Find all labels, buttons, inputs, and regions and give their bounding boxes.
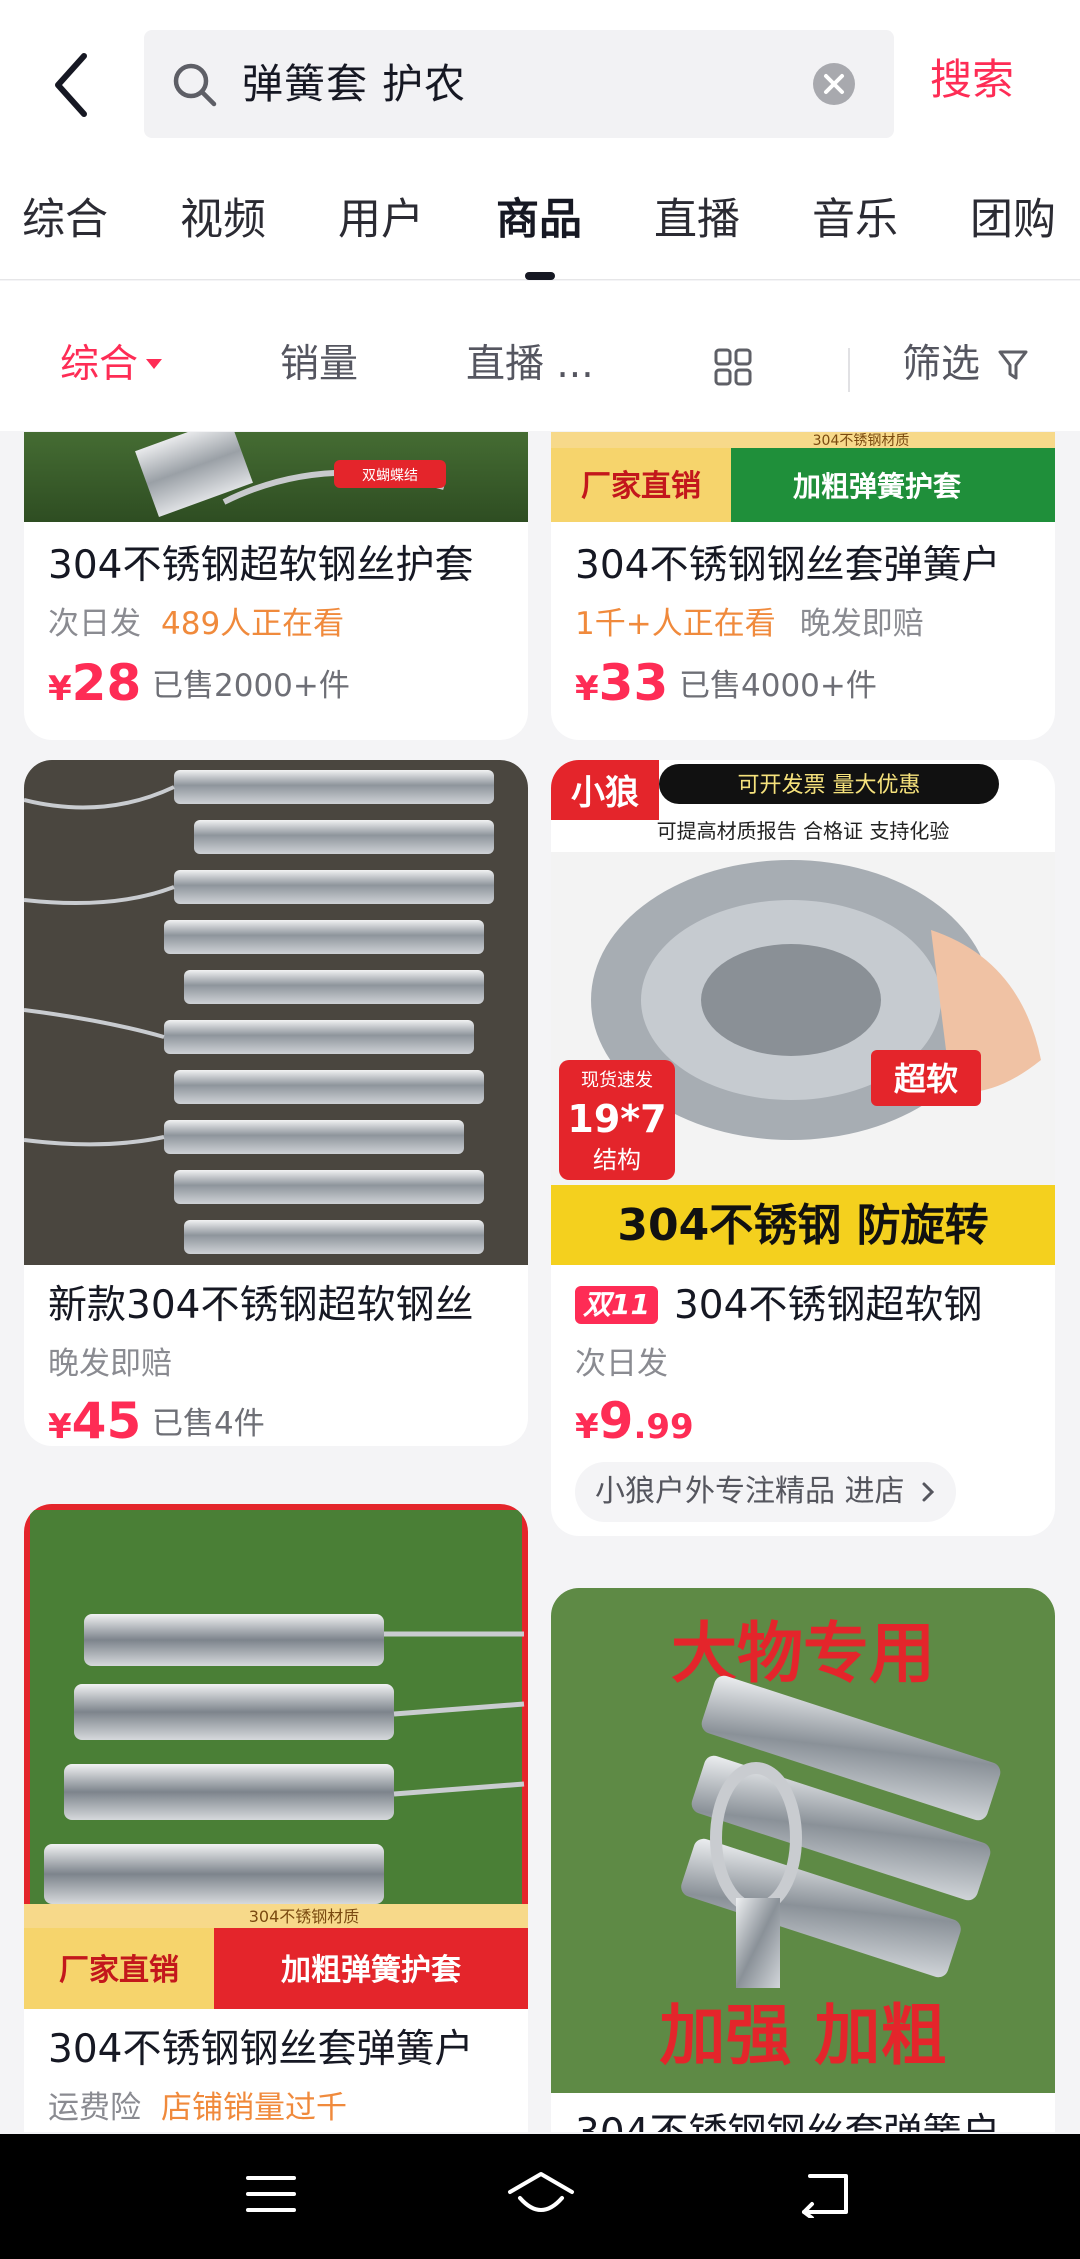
image-label: 厂家直销 [581,469,701,504]
sort-bar: 综合 销量 直播 ... 筛选 [0,281,1080,431]
product-card[interactable]: 304不锈钢材质 厂家直销 加粗弹簧护套 304不锈钢钢丝套弹簧户 运费险 店铺销… [24,1504,528,2132]
product-title: 304不锈钢钢丝套弹簧户 [575,2108,1045,2132]
product-card[interactable]: 新款304不锈钢超软钢丝 晚发即赔 ¥45 已售4件 [24,760,528,1446]
tab-video[interactable]: 视频 [180,190,266,250]
sort-divider [848,348,850,392]
filter-funnel-icon [998,350,1028,380]
image-label: 超软 [894,1060,958,1098]
tab-group-buy[interactable]: 团购 [970,190,1056,250]
chevron-right-icon [922,1482,935,1502]
active-tab-indicator [525,272,555,280]
image-label: 厂家直销 [59,1953,179,1988]
sold-count: 已售4000+件 [679,668,877,704]
product-image: 304不锈钢材质 厂家直销 加粗弹簧护套 [551,432,1055,522]
product-title-text: 304不锈钢超软钢 [673,1283,983,1328]
product-card[interactable]: 双蝴蝶结 304不锈钢超软钢丝护套 次日发 489人正在看 ¥28 已售2000+… [24,432,528,740]
guarantee-tag: 晚发即赔 [799,606,924,642]
product-card[interactable]: 小狼 可开发票 量大优惠 可提高材质报告 合格证 支持化验 现货速发 19*7 … [551,760,1055,1536]
product-title: 新款304不锈钢超软钢丝 [48,1283,474,1328]
image-label: 可开发票 量大优惠 [738,773,921,798]
product-meta: 1千+人正在看 晚发即赔 [575,602,924,646]
image-label: 双蝴蝶结 [362,468,418,484]
chevron-left-icon [55,53,87,117]
product-image: 小狼 可开发票 量大优惠 可提高材质报告 合格证 支持化验 现货速发 19*7 … [551,760,1055,1265]
insurance-tag: 运费险 [48,2090,141,2126]
sort-sales[interactable]: 销量 [280,337,358,393]
product-price: ¥33 [575,654,669,712]
sold-count: 已售4件 [152,1406,265,1442]
product-title: 双11 304不锈钢超软钢 [575,1280,1045,1332]
product-meta: 次日发 [575,1342,668,1386]
image-label: 加粗弹簧护套 [281,1953,461,1988]
search-icon [173,63,217,107]
shipping-tag: 次日发 [48,606,141,642]
back-button[interactable] [50,40,110,130]
sort-comprehensive-label: 综合 [60,342,139,387]
tab-music[interactable]: 音乐 [812,190,898,250]
guarantee-tag: 晚发即赔 [48,1346,172,1382]
watching-count: 1千+人正在看 [575,606,776,642]
product-title: 304不锈钢钢丝套弹簧户 [575,543,1001,588]
product-feed[interactable]: 双蝴蝶结 304不锈钢超软钢丝护套 次日发 489人正在看 ¥28 已售2000+… [0,432,1080,2132]
filter-label: 筛选 [902,342,981,387]
product-image: 304不锈钢材质 厂家直销 加粗弹簧护套 [24,1504,528,2009]
sort-comprehensive[interactable]: 综合 [60,337,163,393]
image-label: 304不锈钢 防旋转 [617,1200,988,1251]
tab-products[interactable]: 商品 [496,190,582,250]
menu-icon[interactable] [244,2170,298,2218]
shipping-tag: 次日发 [575,1346,668,1382]
double-11-badge: 双11 [575,1286,658,1324]
product-meta: 运费险 店铺销量过千 [48,2086,347,2130]
product-meta: 晚发即赔 [48,1342,172,1386]
sort-live[interactable]: 直播 ... [466,337,594,393]
image-label: 结构 [593,1146,641,1174]
category-tabs: 综合 视频 用户 商品 直播 音乐 团购 [0,150,1080,280]
image-label: 加粗弹簧护套 [793,470,962,503]
back-nav-icon[interactable] [796,2170,852,2218]
home-icon[interactable] [506,2170,576,2220]
image-label: 19*7 [567,1097,666,1141]
tab-live[interactable]: 直播 [654,190,740,250]
product-image: 双蝴蝶结 [24,432,528,522]
search-header: 弹簧套 护农 搜索 [0,0,1080,150]
filter-button[interactable]: 筛选 [902,337,1028,393]
shop-link-label: 小狼户外专注精品 进店 [595,1474,905,1509]
image-label: 大物专用 [671,1615,935,1692]
watching-count: 489人正在看 [161,606,345,642]
image-label: 304不锈钢材质 [249,1907,360,1926]
tab-comprehensive[interactable]: 综合 [22,190,108,250]
search-submit-button[interactable]: 搜索 [930,50,1014,110]
product-card[interactable]: 304不锈钢材质 厂家直销 加粗弹簧护套 304不锈钢钢丝套弹簧户 1千+人正在… [551,432,1055,740]
search-query-text: 弹簧套 护农 [242,60,467,108]
product-price: ¥28 [48,654,142,712]
tab-users[interactable]: 用户 [338,190,424,250]
product-title: 304不锈钢超软钢丝护套 [48,543,474,588]
image-label: 加强 加粗 [660,1997,947,2074]
grid-view-icon[interactable] [714,348,752,386]
product-meta: 次日发 489人正在看 [48,602,344,646]
product-title: 304不锈钢钢丝套弹簧户 [48,2027,474,2072]
app-root: 弹簧套 护农 搜索 综合 视频 用户 商品 直播 音乐 团购 综合 销量 直播 … [0,0,1080,2259]
system-nav-bar [0,2134,1080,2259]
product-price: ¥45 [48,1392,142,1446]
image-label: 可提高材质报告 合格证 支持化验 [657,819,950,843]
shop-link[interactable]: 小狼户外专注精品 进店 [575,1462,957,1522]
product-card[interactable]: 大物专用 加强 加粗 304不锈钢钢丝套弹簧户 [551,1588,1055,2132]
image-label: 小狼 [571,773,639,813]
sold-count: 已售2000+件 [152,668,350,704]
search-input[interactable]: 弹簧套 护农 [144,30,894,138]
image-label: 304不锈钢材质 [813,433,910,449]
clear-icon[interactable] [812,62,856,106]
caret-down-icon [146,358,163,369]
product-image [24,760,528,1265]
store-sales-tag: 店铺销量过千 [161,2090,347,2126]
product-image: 大物专用 加强 加粗 [551,1588,1055,2093]
product-price: ¥9.99 [575,1392,694,1450]
image-label: 现货速发 [581,1070,653,1091]
